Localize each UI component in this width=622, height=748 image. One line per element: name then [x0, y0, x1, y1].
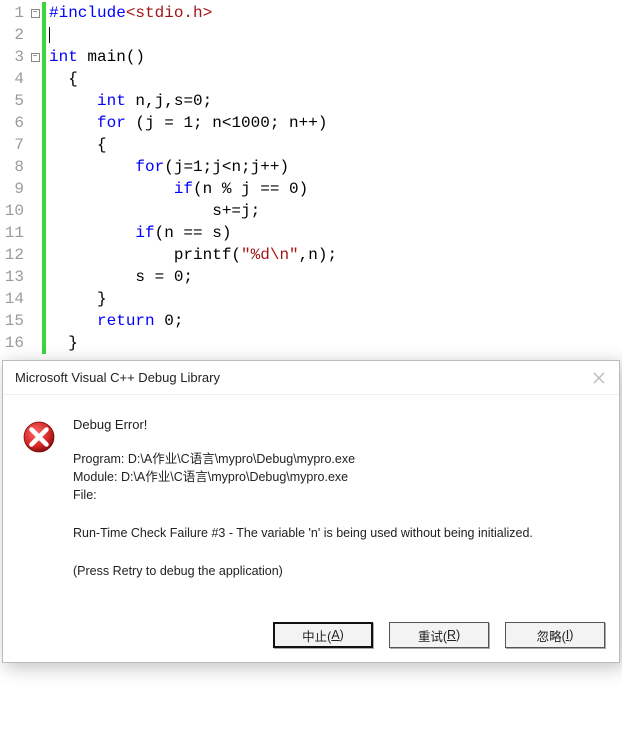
line-number: 15	[0, 310, 28, 332]
line-number: 13	[0, 266, 28, 288]
change-marker	[42, 156, 46, 178]
retry-button[interactable]: 重试(R)	[389, 622, 489, 648]
code-line[interactable]: 12 printf("%d\n",n);	[0, 244, 622, 266]
change-marker	[42, 310, 46, 332]
code-editor[interactable]: 1−#include<stdio.h>23−int main()4 {5 int…	[0, 0, 622, 354]
file-line: File:	[73, 486, 601, 504]
code-line[interactable]: 6 for (j = 1; n<1000; n++)	[0, 112, 622, 134]
line-number: 1	[0, 2, 28, 24]
line-number: 12	[0, 244, 28, 266]
change-marker	[42, 24, 46, 46]
abort-button[interactable]: 中止(A)	[273, 622, 373, 648]
change-marker	[42, 200, 46, 222]
close-icon[interactable]	[591, 370, 607, 386]
error-icon	[21, 419, 57, 455]
code-line[interactable]: 1−#include<stdio.h>	[0, 2, 622, 24]
error-heading: Debug Error!	[73, 417, 601, 432]
code-line[interactable]: 9 if(n % j == 0)	[0, 178, 622, 200]
line-number: 5	[0, 90, 28, 112]
change-marker	[42, 222, 46, 244]
line-number: 16	[0, 332, 28, 354]
code-text[interactable]: printf("%d\n",n);	[47, 244, 337, 266]
line-number: 8	[0, 156, 28, 178]
error-message: Run-Time Check Failure #3 - The variable…	[73, 524, 601, 542]
code-line[interactable]: 13 s = 0;	[0, 266, 622, 288]
line-number: 10	[0, 200, 28, 222]
code-text[interactable]: {	[47, 68, 78, 90]
fold-gutter: −	[28, 9, 42, 18]
code-line[interactable]: 11 if(n == s)	[0, 222, 622, 244]
code-text[interactable]: if(n % j == 0)	[47, 178, 308, 200]
fold-gutter: −	[28, 53, 42, 62]
code-line[interactable]: 15 return 0;	[0, 310, 622, 332]
change-marker	[42, 244, 46, 266]
line-number: 7	[0, 134, 28, 156]
module-line: Module: D:\A作业\C语言\mypro\Debug\mypro.exe	[73, 468, 601, 486]
change-marker	[42, 90, 46, 112]
code-line[interactable]: 8 for(j=1;j<n;j++)	[0, 156, 622, 178]
code-line[interactable]: 2	[0, 24, 622, 46]
ignore-button[interactable]: 忽略(I)	[505, 622, 605, 648]
line-number: 14	[0, 288, 28, 310]
code-text[interactable]: if(n == s)	[47, 222, 231, 244]
dialog-buttons: 中止(A) 重试(R) 忽略(I)	[3, 612, 619, 662]
code-line[interactable]: 3−int main()	[0, 46, 622, 68]
change-marker	[42, 46, 46, 68]
code-text[interactable]: s+=j;	[47, 200, 260, 222]
change-marker	[42, 68, 46, 90]
code-line[interactable]: 10 s+=j;	[0, 200, 622, 222]
change-marker	[42, 134, 46, 156]
fold-collapse-icon[interactable]: −	[31, 9, 40, 18]
line-number: 2	[0, 24, 28, 46]
line-number: 11	[0, 222, 28, 244]
code-line[interactable]: 14 }	[0, 288, 622, 310]
code-text[interactable]: }	[47, 332, 78, 354]
code-line[interactable]: 16 }	[0, 332, 622, 354]
change-marker	[42, 2, 46, 24]
hint-text: (Press Retry to debug the application)	[73, 562, 601, 580]
change-marker	[42, 266, 46, 288]
program-line: Program: D:\A作业\C语言\mypro\Debug\mypro.ex…	[73, 450, 601, 468]
line-number: 9	[0, 178, 28, 200]
line-number: 4	[0, 68, 28, 90]
code-text[interactable]: }	[47, 288, 107, 310]
fold-collapse-icon[interactable]: −	[31, 53, 40, 62]
code-text[interactable]: return 0;	[47, 310, 183, 332]
code-text[interactable]	[47, 24, 50, 46]
code-text[interactable]: s = 0;	[47, 266, 193, 288]
code-text[interactable]: int main()	[47, 46, 145, 68]
change-marker	[42, 112, 46, 134]
line-number: 6	[0, 112, 28, 134]
code-line[interactable]: 4 {	[0, 68, 622, 90]
dialog-body: Debug Error! Program: D:\A作业\C语言\mypro\D…	[3, 395, 619, 612]
dialog-titlebar: Microsoft Visual C++ Debug Library	[3, 361, 619, 395]
dialog-title: Microsoft Visual C++ Debug Library	[15, 370, 220, 385]
code-text[interactable]: int n,j,s=0;	[47, 90, 212, 112]
change-marker	[42, 288, 46, 310]
change-marker	[42, 332, 46, 354]
code-line[interactable]: 7 {	[0, 134, 622, 156]
debug-error-dialog: Microsoft Visual C++ Debug Library Debug…	[2, 360, 620, 663]
code-text[interactable]: for(j=1;j<n;j++)	[47, 156, 289, 178]
code-text[interactable]: for (j = 1; n<1000; n++)	[47, 112, 327, 134]
text-cursor	[49, 27, 50, 43]
change-marker	[42, 178, 46, 200]
code-text[interactable]: {	[47, 134, 107, 156]
line-number: 3	[0, 46, 28, 68]
code-line[interactable]: 5 int n,j,s=0;	[0, 90, 622, 112]
code-text[interactable]: #include<stdio.h>	[47, 2, 212, 24]
